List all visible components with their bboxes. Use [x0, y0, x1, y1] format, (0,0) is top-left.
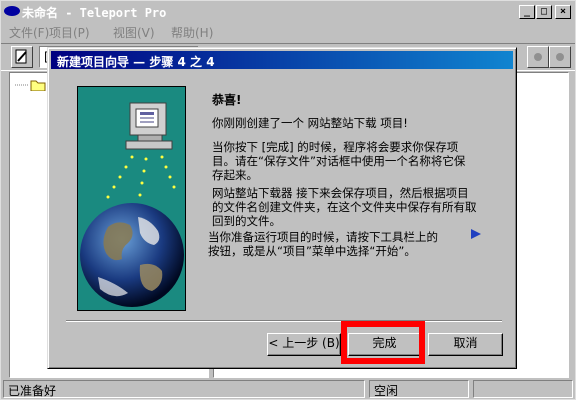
cancel-button[interactable]: 取消: [428, 333, 503, 356]
tree-line-icon: [15, 80, 46, 91]
wizard-paragraph-3-line-1: 网站整站下载器 接下来会保存项目，然后根据项目: [212, 186, 469, 200]
wizard-paragraph-4-line-2: 按钮，或是从“项目”菜单中选择“开始”。: [208, 244, 416, 258]
circle-icon: [534, 53, 542, 61]
wizard-illustration: [77, 86, 186, 311]
window-title: 未命名 - Teleport Pro: [22, 6, 167, 20]
toolbar-button-1[interactable]: [527, 46, 549, 68]
app-icon: [4, 6, 20, 16]
wizard-paragraph-2-line-3: 存起来。: [212, 168, 258, 182]
menu-view[interactable]: 视图(V): [113, 24, 155, 41]
start-play-icon: [471, 229, 481, 239]
computer-globe-icon: [80, 102, 184, 307]
status-text: 已准备好: [3, 380, 365, 398]
menu-file[interactable]: 文件(F): [9, 24, 49, 41]
edit-icon: [15, 49, 27, 64]
wizard-heading: 恭喜!: [212, 93, 242, 107]
new-project-button[interactable]: [11, 46, 33, 68]
circle-icon: [556, 53, 564, 61]
new-project-wizard-dialog: 新建项目向导 — 步骤 4 之 4 恭喜! 你刚刚创建了一个 网站整站下载 项目…: [47, 47, 517, 369]
dialog-title-bar: 新建项目向导 — 步骤 4 之 4: [51, 51, 513, 69]
status-extra: [473, 380, 573, 398]
status-state: 空闲: [369, 380, 469, 398]
menu-project[interactable]: 项目(P): [49, 24, 90, 41]
wizard-paragraph-2-line-1: 当你按下 [完成] 的时候，程序将会要求你保存项: [212, 140, 459, 154]
wizard-paragraph-3-line-3: 回到的文件。: [212, 214, 281, 228]
back-button[interactable]: < 上一步 (B): [267, 333, 341, 356]
dialog-title: 新建项目向导 — 步骤 4 之 4: [57, 55, 215, 69]
main-window: 未命名 - Teleport Pro _ □ × 文件(F) 项目(P) 视图(…: [0, 0, 576, 400]
wizard-paragraph-4-line-1: 当你准备运行项目的时候，请按下工具栏上的: [208, 230, 438, 244]
menu-help[interactable]: 帮助(H): [171, 24, 213, 41]
dialog-separator: [66, 320, 502, 322]
wizard-paragraph-2-line-2: 目。请在“保存文件”对话框中使用一个名称将它保: [212, 154, 466, 168]
wizard-intro-text: 你刚刚创建了一个 网站整站下载 项目!: [212, 116, 408, 130]
title-bar: 未命名 - Teleport Pro _ □ ×: [1, 1, 575, 22]
maximize-button[interactable]: □: [536, 5, 552, 19]
toolbar-button-2[interactable]: [549, 46, 571, 68]
finish-highlight-box: [341, 321, 425, 364]
close-button[interactable]: ×: [555, 5, 571, 19]
wizard-paragraph-3-line-2: 的文件名创建文件夹，在这个文件夹中保存有所有取: [212, 200, 477, 214]
minimize-button[interactable]: _: [519, 5, 535, 19]
status-bar: 已准备好 空闲: [3, 379, 575, 399]
menu-bar: 文件(F) 项目(P) 视图(V) 帮助(H): [1, 22, 575, 41]
